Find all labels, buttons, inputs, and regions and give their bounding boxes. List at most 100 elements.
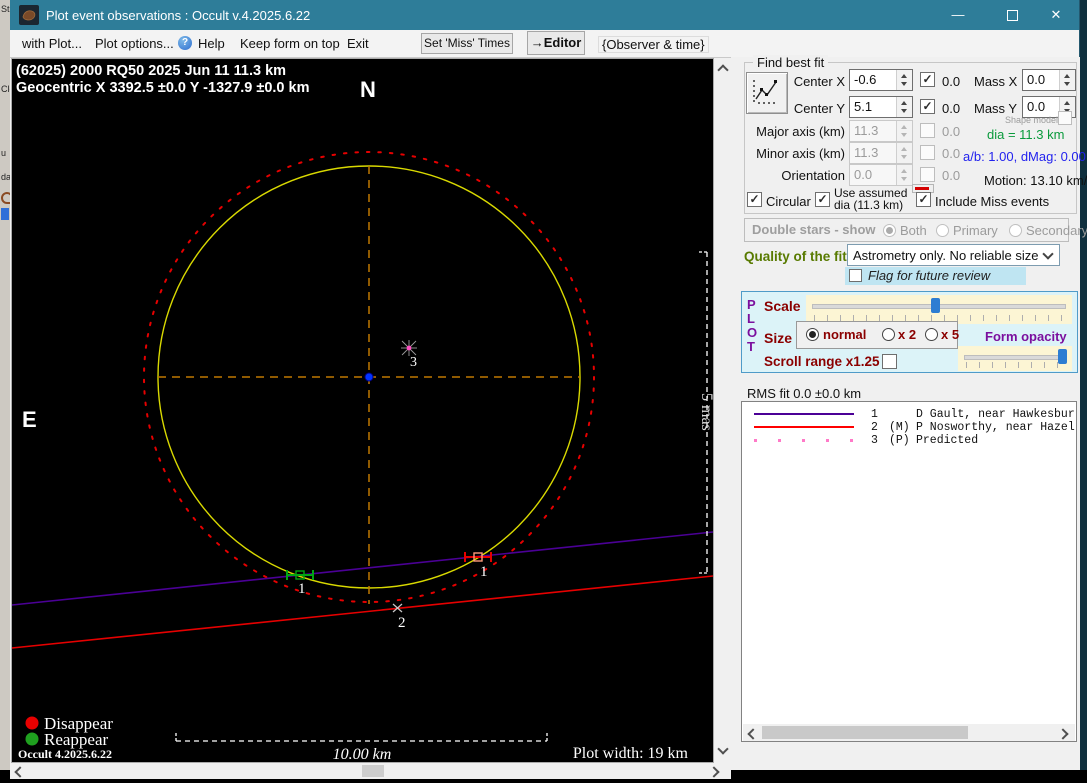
size-x2-radio[interactable]: [882, 328, 895, 341]
app-icon: [19, 5, 39, 25]
compass-east-label: E: [22, 407, 37, 432]
plot-letter-t: T: [747, 339, 755, 354]
double-primary-label: Primary: [953, 223, 998, 238]
observer-number: 3: [871, 434, 878, 447]
size-x5-label: x 5: [941, 327, 959, 342]
spinner-icon[interactable]: [896, 70, 912, 90]
observer-name: Predicted: [916, 434, 978, 447]
slider-track: [964, 355, 1066, 360]
center-x-input[interactable]: -0.6: [849, 69, 913, 91]
scroll-right-icon[interactable]: [708, 766, 719, 777]
orientation-label: Orientation: [741, 168, 845, 183]
major-axis-fit-checkbox: [920, 123, 935, 138]
scroll-left-icon[interactable]: [747, 728, 758, 739]
double-secondary-label: Secondary: [1026, 223, 1087, 238]
size-x5-radio[interactable]: [925, 328, 938, 341]
plot-vertical-scrollbar[interactable]: [714, 58, 731, 763]
maximize-button[interactable]: [990, 0, 1034, 30]
minor-axis-fit-checkbox: [920, 145, 935, 160]
close-button[interactable]: ✕: [1034, 0, 1078, 30]
circular-checkbox[interactable]: [747, 192, 762, 207]
plot-controls-panel: P L O T Scale Size normal x 2 x 5 Form o…: [741, 291, 1078, 373]
observer-row[interactable]: 3 (P) Predicted: [742, 434, 1076, 447]
mass-x-input[interactable]: 0.0: [1022, 69, 1076, 91]
menu-exit[interactable]: Exit: [347, 36, 369, 51]
shape-model-label: Shape model: [1005, 115, 1058, 125]
size-normal-radio[interactable]: [806, 328, 819, 341]
plot-header-line1: (62025) 2000 RQ50 2025 Jun 11 11.3 km: [16, 63, 286, 79]
shape-model-checkbox[interactable]: [1058, 111, 1072, 125]
orientation-fit-checkbox: [920, 167, 935, 182]
plot-header-line2: Geocentric X 3392.5 ±0.0 Y -1327.9 ±0.0 …: [16, 80, 309, 96]
disappear-dot-icon: [26, 717, 39, 730]
center-x-sigma: 0.0: [942, 74, 960, 89]
observer-list[interactable]: 1 D Gault, near Hawkesbur 2 (M) P Noswor…: [741, 401, 1077, 742]
observer-row[interactable]: 1 D Gault, near Hawkesbur: [742, 408, 1076, 421]
center-y-fit-checkbox[interactable]: [920, 99, 935, 114]
editor-button[interactable]: →Editor: [527, 31, 585, 55]
plot-horizontal-scrollbar[interactable]: [10, 763, 731, 779]
fit-chart-button[interactable]: [746, 72, 788, 114]
center-y-input[interactable]: 5.1: [849, 96, 913, 118]
scroll-down-icon[interactable]: [717, 743, 728, 754]
minor-axis-input: 11.3: [849, 142, 913, 164]
scroll-right-icon[interactable]: [1057, 728, 1068, 739]
scrollbar-thumb[interactable]: [762, 726, 968, 739]
chord1-line-sample: [754, 413, 854, 415]
minor-axis-sigma: 0.0: [942, 146, 960, 161]
scroll-left-icon[interactable]: [14, 766, 25, 777]
motion-readout: Motion: 13.10 km/s: [984, 173, 1087, 188]
plot-letter-o: O: [747, 325, 757, 340]
menu-keep-on-top[interactable]: Keep form on top: [240, 36, 340, 51]
miss-marker-label: 2: [398, 615, 406, 631]
observer-list-scrollbar[interactable]: [743, 724, 1075, 741]
title-bar[interactable]: Plot event observations : Occult v.4.202…: [10, 0, 1079, 30]
observer-name: P Nosworthy, near Hazel: [916, 421, 1075, 434]
scale-bar: 10.00 km: [176, 733, 547, 762]
include-miss-checkbox[interactable]: [916, 192, 931, 207]
size-normal-label: normal: [823, 327, 866, 342]
star-marker-label: 3: [410, 355, 417, 370]
plot-letter-p: P: [747, 297, 756, 312]
menu-help[interactable]: Help: [198, 36, 225, 51]
mass-y-label: Mass Y: [974, 101, 1017, 116]
menu-plot-options[interactable]: Plot options...: [95, 36, 174, 51]
scroll-up-icon[interactable]: [717, 64, 728, 75]
scale-slider[interactable]: [806, 295, 1072, 324]
observer-row[interactable]: 2 (M) P Nosworthy, near Hazel: [742, 421, 1076, 434]
background-text-fragment: St: [1, 4, 10, 14]
scrollbar-thumb[interactable]: [362, 765, 384, 777]
center-x-fit-checkbox[interactable]: [920, 72, 935, 87]
orientation-sigma: 0.0: [942, 168, 960, 183]
menu-with-plot[interactable]: with Plot...: [22, 36, 82, 51]
slider-ticks: [966, 362, 1064, 368]
observer-name: D Gault, near Hawkesbur: [916, 408, 1075, 421]
flag-review-label: Flag for future review: [868, 268, 990, 283]
slider-thumb[interactable]: [931, 298, 940, 313]
minimize-button[interactable]: —: [936, 0, 980, 30]
plot-canvas[interactable]: 3 1 1 2: [11, 58, 714, 763]
form-opacity-label: Form opacity: [985, 329, 1067, 344]
spinner-icon[interactable]: [896, 97, 912, 117]
set-miss-times-button[interactable]: Set 'Miss' Times: [421, 33, 513, 54]
maximize-icon: [1007, 10, 1018, 21]
quality-combobox[interactable]: Astrometry only. No reliable size: [847, 244, 1060, 266]
spinner-icon[interactable]: [1059, 70, 1075, 90]
background-text-fragment: u: [1, 148, 6, 158]
minor-axis-label: Minor axis (km): [741, 146, 845, 161]
use-assumed-dia-checkbox[interactable]: [815, 192, 830, 207]
double-both-radio: [883, 224, 896, 237]
center-x-label: Center X: [787, 74, 845, 89]
app-window: Plot event observations : Occult v.4.202…: [10, 0, 1080, 770]
plot-letter-l: L: [747, 311, 755, 326]
scroll-range-checkbox[interactable]: [882, 354, 897, 369]
desktop-background-strip: [1080, 0, 1087, 770]
major-axis-input: 11.3: [849, 120, 913, 142]
help-icon[interactable]: ?: [178, 36, 192, 50]
background-icon: [1, 208, 9, 220]
rms-fit-label: RMS fit 0.0 ±0.0 km: [747, 386, 861, 401]
form-opacity-slider[interactable]: [958, 346, 1072, 371]
disappear-marker: 1: [465, 552, 491, 580]
center-y-sigma: 0.0: [942, 101, 960, 116]
flag-review-checkbox[interactable]: [849, 269, 862, 282]
